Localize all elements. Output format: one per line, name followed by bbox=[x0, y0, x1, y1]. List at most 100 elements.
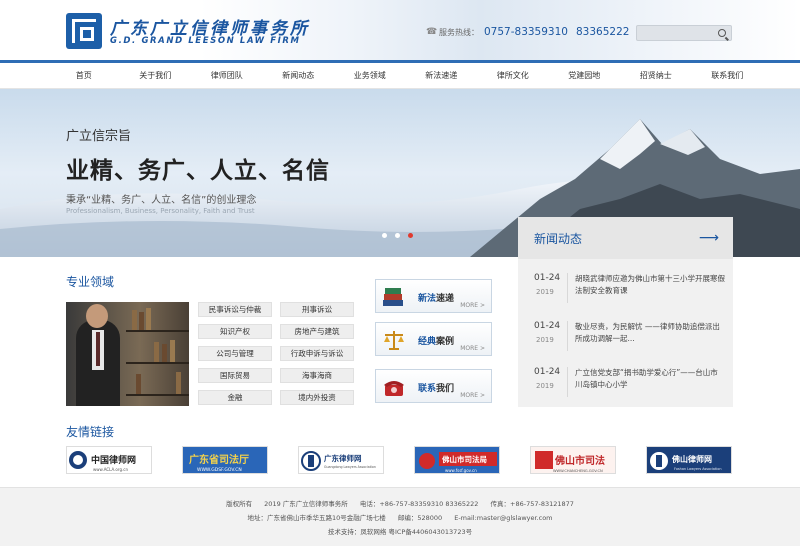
quick-link-label: 新法速递 bbox=[418, 294, 455, 304]
news-date-year: 2019 bbox=[536, 336, 554, 344]
footer-phone: 电话：+86-757-83359310 83365222 bbox=[359, 500, 479, 508]
hotline-number-1: 0757-83359310 bbox=[484, 26, 568, 38]
more-link[interactable]: MORE > bbox=[460, 302, 485, 309]
footer-postcode: 邮编：528000 bbox=[397, 514, 443, 522]
news-item-text[interactable]: 胡晓武律师应邀为佛山市第十三小学开展寒假法制安全教育课 bbox=[575, 273, 725, 297]
footer-address: 地址：广东省佛山市季华五路10号金融广场七楼 bbox=[247, 514, 386, 522]
nav-culture[interactable]: 律所文化 bbox=[477, 63, 549, 89]
footer-line-2: 地址：广东省佛山市季华五路10号金融广场七楼 邮编：528000 E-mail:… bbox=[0, 512, 800, 522]
arrow-right-icon[interactable]: ⟶ bbox=[699, 230, 719, 246]
hotline-number-2: 83365222 bbox=[576, 26, 630, 38]
hotline-label: 服务热线： bbox=[439, 28, 479, 37]
quick-link-cases[interactable]: 经典案例 MORE > bbox=[375, 322, 492, 356]
link-fssf-logo[interactable]: 佛山市司法局 www.fssf.gov.cn bbox=[414, 446, 500, 474]
site-footer: 版权所有 2019 广东广立信律师事务所 电话：+86-757-83359310… bbox=[0, 487, 800, 546]
nav-new-laws[interactable]: 新法速递 bbox=[406, 63, 478, 89]
nav-news[interactable]: 新闻动态 bbox=[263, 63, 335, 89]
practice-administrative[interactable]: 行政申诉与诉讼 bbox=[280, 346, 354, 361]
quick-link-new-laws[interactable]: 新法速递 MORE > bbox=[375, 279, 492, 313]
quick-link-contact[interactable]: 联系我们 MORE > bbox=[375, 369, 492, 403]
news-date-day: 01-24 bbox=[534, 367, 561, 377]
nav-careers[interactable]: 招贤纳士 bbox=[620, 63, 692, 89]
carousel-dot-1[interactable] bbox=[382, 233, 387, 238]
banner-english-text: Professionalism, Business, Personality, … bbox=[66, 207, 255, 215]
footer-line-1: 版权所有 2019 广东广立信律师事务所 电话：+86-757-83359310… bbox=[0, 498, 800, 508]
link-label: 广东省司法厅 bbox=[189, 453, 249, 466]
link-label: 佛山市司法 bbox=[554, 454, 605, 467]
banner-small-title: 广立信宗旨 bbox=[66, 129, 132, 144]
phone-icon: ☎ bbox=[426, 27, 438, 37]
news-item-text[interactable]: 敬业尽责，为民解忧 ——律师协助追偿派出所成功调解一起... bbox=[575, 321, 725, 345]
practice-criminal-litigation[interactable]: 刑事诉讼 bbox=[280, 302, 354, 317]
link-sub: www.ACLA.org.cn bbox=[93, 467, 128, 472]
link-label: 中国律师网 bbox=[91, 454, 136, 466]
nav-about[interactable]: 关于我们 bbox=[120, 63, 192, 89]
news-item[interactable]: 01-24 2019 胡晓武律师应邀为佛山市第十三小学开展寒假法制安全教育课 bbox=[528, 269, 728, 309]
link-gdlawyer-logo[interactable]: 广东律师网 Guangdong Lawyers Association bbox=[298, 446, 384, 474]
link-foshan-lawyers-logo[interactable]: 佛山律师网 Foshan Lawyers Association bbox=[646, 446, 732, 474]
quick-link-label: 联系我们 bbox=[418, 384, 455, 394]
news-item[interactable]: 01-24 2019 广立信党支部“捐书助学爱心行”——台山市川岛镇中心小学 bbox=[528, 363, 728, 403]
practice-real-estate[interactable]: 房地产与建筑 bbox=[280, 324, 354, 339]
practice-ip[interactable]: 知识产权 bbox=[198, 324, 272, 339]
link-sub: Guangdong Lawyers Association bbox=[324, 465, 376, 469]
logo-english-name[interactable]: G.D. GRAND LEESON LAW FIRM bbox=[110, 36, 301, 46]
link-sub: www.fssf.gov.cn bbox=[445, 468, 477, 473]
books-icon bbox=[383, 288, 403, 306]
practice-finance[interactable]: 金融 bbox=[198, 390, 272, 405]
nav-practice[interactable]: 业务领域 bbox=[334, 63, 406, 89]
link-label: 广东律师网 bbox=[324, 453, 362, 463]
more-link[interactable]: MORE > bbox=[460, 392, 485, 399]
news-date-day: 01-24 bbox=[534, 273, 561, 283]
link-chancheng-logo[interactable]: 佛山市司法 WWW.CHANCHENG.GOV.CN bbox=[530, 446, 616, 474]
site-header: 广东广立信律师事务所 G.D. GRAND LEESON LAW FIRM ☎ … bbox=[0, 0, 800, 62]
news-item[interactable]: 01-24 2019 敬业尽责，为民解忧 ——律师协助追偿派出所成功调解一起..… bbox=[528, 317, 728, 357]
banner-main-title: 业精、务广、人立、名信 bbox=[66, 158, 330, 184]
link-sub: WWW.CHANCHENG.GOV.CN bbox=[553, 469, 603, 473]
nav-contact[interactable]: 联系我们 bbox=[692, 63, 764, 89]
footer-copyright: 版权所有 bbox=[226, 500, 253, 508]
logo-icon[interactable] bbox=[66, 13, 102, 49]
link-sub: Foshan Lawyers Association bbox=[674, 467, 722, 471]
practice-trade[interactable]: 国际贸易 bbox=[198, 368, 272, 383]
link-gdsf-logo[interactable]: 广东省司法厅 WWW.GDSF.GOV.CN bbox=[182, 446, 268, 474]
practice-maritime[interactable]: 海事海商 bbox=[280, 368, 354, 383]
telephone-icon bbox=[384, 381, 404, 396]
news-date: 01-24 2019 bbox=[528, 321, 568, 351]
hotline: ☎ 服务热线： bbox=[426, 27, 479, 38]
banner-subtitle: 秉承“业精、务广、人立、名信”的创业理念 bbox=[66, 195, 257, 206]
news-date-year: 2019 bbox=[536, 382, 554, 390]
practice-investment[interactable]: 境内外投资 bbox=[280, 390, 354, 405]
footer-email[interactable]: E-mail:master@glslawyer.com bbox=[454, 514, 552, 522]
news-header: 新闻动态 ⟶ bbox=[518, 217, 733, 259]
news-panel: 新闻动态 ⟶ 01-24 2019 胡晓武律师应邀为佛山市第十三小学开展寒假法制… bbox=[518, 217, 733, 407]
practice-civil-litigation[interactable]: 民事诉讼与仲裁 bbox=[198, 302, 272, 317]
search-icon[interactable] bbox=[718, 29, 726, 37]
search-input[interactable] bbox=[639, 27, 713, 39]
footer-fax: 传真：+86-757-83121877 bbox=[490, 500, 574, 508]
lawyer-photo bbox=[66, 302, 189, 406]
link-label: 佛山律师网 bbox=[671, 454, 712, 464]
news-date: 01-24 2019 bbox=[528, 273, 568, 303]
practice-section-title: 专业领域 bbox=[66, 275, 115, 289]
link-acla-logo[interactable]: 中国律师网 www.ACLA.org.cn bbox=[66, 446, 152, 474]
footer-company: 2019 广东广立信律师事务所 bbox=[264, 500, 348, 508]
nav-team[interactable]: 律师团队 bbox=[191, 63, 263, 89]
news-title[interactable]: 新闻动态 bbox=[534, 230, 582, 247]
carousel-dot-2[interactable] bbox=[395, 233, 400, 238]
news-date-day: 01-24 bbox=[534, 321, 561, 331]
carousel-dot-3[interactable] bbox=[408, 233, 413, 238]
link-label: 佛山市司法局 bbox=[441, 454, 487, 464]
search-box bbox=[636, 25, 732, 41]
news-item-text[interactable]: 广立信党支部“捐书助学爱心行”——台山市川岛镇中心小学 bbox=[575, 367, 725, 391]
link-sub: WWW.GDSF.GOV.CN bbox=[197, 467, 242, 473]
more-link[interactable]: MORE > bbox=[460, 345, 485, 352]
practice-corporate[interactable]: 公司与管理 bbox=[198, 346, 272, 361]
main-nav: 首页 关于我们 律师团队 新闻动态 业务领域 新法速递 律所文化 党建园地 招贤… bbox=[0, 63, 800, 89]
carousel-dots bbox=[382, 233, 413, 238]
nav-party[interactable]: 党建园地 bbox=[549, 63, 621, 89]
nav-home[interactable]: 首页 bbox=[48, 63, 120, 89]
footer-tech-support: 技术支持：凤软网络 粤ICP备4406043013723号 bbox=[327, 528, 473, 536]
news-date: 01-24 2019 bbox=[528, 367, 568, 397]
friend-links-title: 友情链接 bbox=[66, 425, 115, 439]
